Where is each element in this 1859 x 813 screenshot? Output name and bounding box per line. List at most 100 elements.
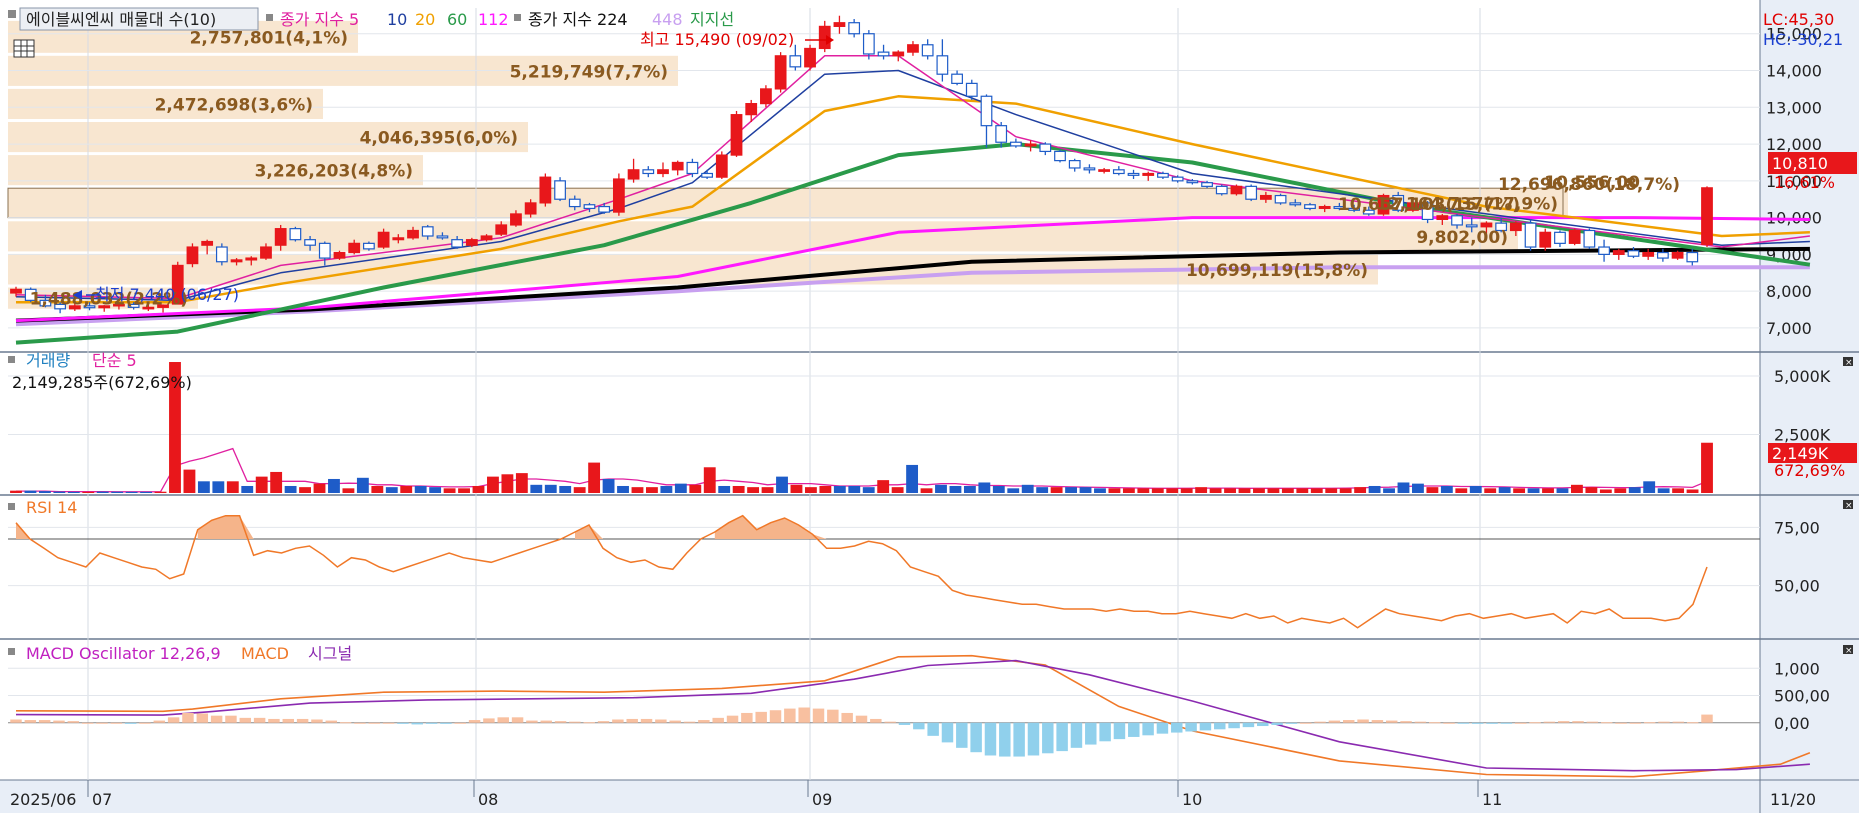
candle-body[interactable] <box>1142 172 1155 176</box>
candle-body[interactable] <box>465 239 478 246</box>
candle-body[interactable] <box>833 22 846 27</box>
volume-bar[interactable] <box>154 491 167 493</box>
volume-bar[interactable] <box>241 485 254 493</box>
volume-bar[interactable] <box>284 485 297 493</box>
candle-body[interactable] <box>1524 222 1537 248</box>
candle-body[interactable] <box>612 178 625 213</box>
stock-chart[interactable]: 7,0008,0009,00010,00011,00012,00013,0001… <box>0 0 1859 813</box>
candle-body[interactable] <box>260 246 272 259</box>
candle-body[interactable] <box>274 228 287 246</box>
volume-bar[interactable] <box>1094 488 1106 493</box>
candle-body[interactable] <box>730 114 743 156</box>
volume-bar[interactable] <box>660 485 673 493</box>
candle-body[interactable] <box>1230 185 1243 195</box>
volume-bar[interactable] <box>342 488 355 493</box>
candle-body[interactable] <box>642 169 655 175</box>
volume-bar[interactable] <box>313 483 326 493</box>
candle-body[interactable] <box>377 231 390 248</box>
candle-body[interactable] <box>686 161 699 175</box>
candle-body[interactable] <box>1112 169 1125 175</box>
candle-body[interactable] <box>583 204 596 210</box>
candle-body[interactable] <box>1554 231 1566 244</box>
volume-bar[interactable] <box>776 476 788 493</box>
rsi-panel-close-icon[interactable]: × <box>1843 500 1853 511</box>
candle-body[interactable] <box>510 213 522 226</box>
volume-bar[interactable] <box>1701 442 1713 493</box>
candle-body[interactable] <box>598 205 611 213</box>
volume-bar[interactable] <box>617 485 629 493</box>
volume-bar[interactable] <box>747 487 760 493</box>
volume-bar[interactable] <box>1628 487 1641 493</box>
candle-body[interactable] <box>1671 251 1684 259</box>
volume-bar[interactable] <box>1469 485 1482 493</box>
volume-bar[interactable] <box>1585 487 1598 493</box>
volume-bar[interactable] <box>1180 488 1193 493</box>
volume-bar[interactable] <box>82 491 95 493</box>
candle-body[interactable] <box>1201 182 1213 187</box>
candle-body[interactable] <box>421 226 434 237</box>
candle-body[interactable] <box>1304 204 1316 210</box>
volume-bar[interactable] <box>992 485 1005 493</box>
candle-body[interactable] <box>701 172 713 178</box>
candle-body[interactable] <box>1127 172 1140 176</box>
candle-body[interactable] <box>1289 202 1302 206</box>
volume-bar[interactable] <box>400 485 413 493</box>
volume-bar[interactable] <box>573 487 586 493</box>
candle-body[interactable] <box>407 229 419 239</box>
volume-bar[interactable] <box>1195 487 1208 493</box>
volume-bar[interactable] <box>1065 487 1077 493</box>
candle-body[interactable] <box>907 44 919 53</box>
candle-body[interactable] <box>304 239 316 246</box>
volume-bar[interactable] <box>819 485 832 493</box>
candle-body[interactable] <box>348 242 361 254</box>
volume-bar[interactable] <box>458 488 470 493</box>
candle-body[interactable] <box>1568 229 1581 244</box>
candle-body[interactable] <box>1539 231 1552 248</box>
volume-bar[interactable] <box>212 481 225 493</box>
volume-bar[interactable] <box>1383 488 1395 493</box>
candle-body[interactable] <box>289 228 302 241</box>
volume-bar[interactable] <box>848 485 861 493</box>
volume-bar[interactable] <box>732 485 745 493</box>
candle-body[interactable] <box>10 288 22 294</box>
volume-bar[interactable] <box>487 476 499 493</box>
volume-bar[interactable] <box>270 471 283 493</box>
candle-body[interactable] <box>1451 215 1463 226</box>
volume-bar[interactable] <box>1151 488 1164 493</box>
volume-bar[interactable] <box>197 481 210 493</box>
candle-body[interactable] <box>1054 150 1066 162</box>
candle-body[interactable] <box>1024 143 1037 147</box>
candle-body[interactable] <box>1480 222 1493 228</box>
candle-body[interactable] <box>1686 251 1699 263</box>
candle-body[interactable] <box>1436 215 1449 221</box>
candle-body[interactable] <box>392 237 405 241</box>
volume-bar[interactable] <box>804 487 817 493</box>
candle-body[interactable] <box>1318 205 1331 210</box>
volume-bar[interactable] <box>1498 487 1511 493</box>
volume-panel-close-icon[interactable]: × <box>1843 357 1853 368</box>
volume-bar[interactable] <box>10 490 22 493</box>
candle-body[interactable] <box>1010 141 1022 147</box>
candle-body[interactable] <box>1274 194 1287 204</box>
candle-body[interactable] <box>495 224 508 235</box>
volume-bar[interactable] <box>183 469 196 493</box>
volume-bar[interactable] <box>1296 488 1309 493</box>
candle-body[interactable] <box>892 51 905 57</box>
volume-bar[interactable] <box>1310 488 1323 493</box>
candle-body[interactable] <box>230 259 243 263</box>
volume-bar[interactable] <box>67 491 80 493</box>
candle-body[interactable] <box>921 44 934 57</box>
candle-body[interactable] <box>568 198 581 208</box>
volume-bar[interactable] <box>226 481 239 493</box>
volume-bar[interactable] <box>1339 488 1352 493</box>
volume-bar[interactable] <box>1614 488 1627 493</box>
volume-bar[interactable] <box>1238 488 1251 493</box>
candle-body[interactable] <box>480 235 493 241</box>
volume-bar[interactable] <box>1397 482 1410 493</box>
volume-bar[interactable] <box>631 487 644 493</box>
volume-bar[interactable] <box>385 487 398 493</box>
volume-bar[interactable] <box>963 485 976 493</box>
volume-bar[interactable] <box>891 487 904 493</box>
candle-body[interactable] <box>1598 246 1610 255</box>
candle-body[interactable] <box>715 154 728 178</box>
